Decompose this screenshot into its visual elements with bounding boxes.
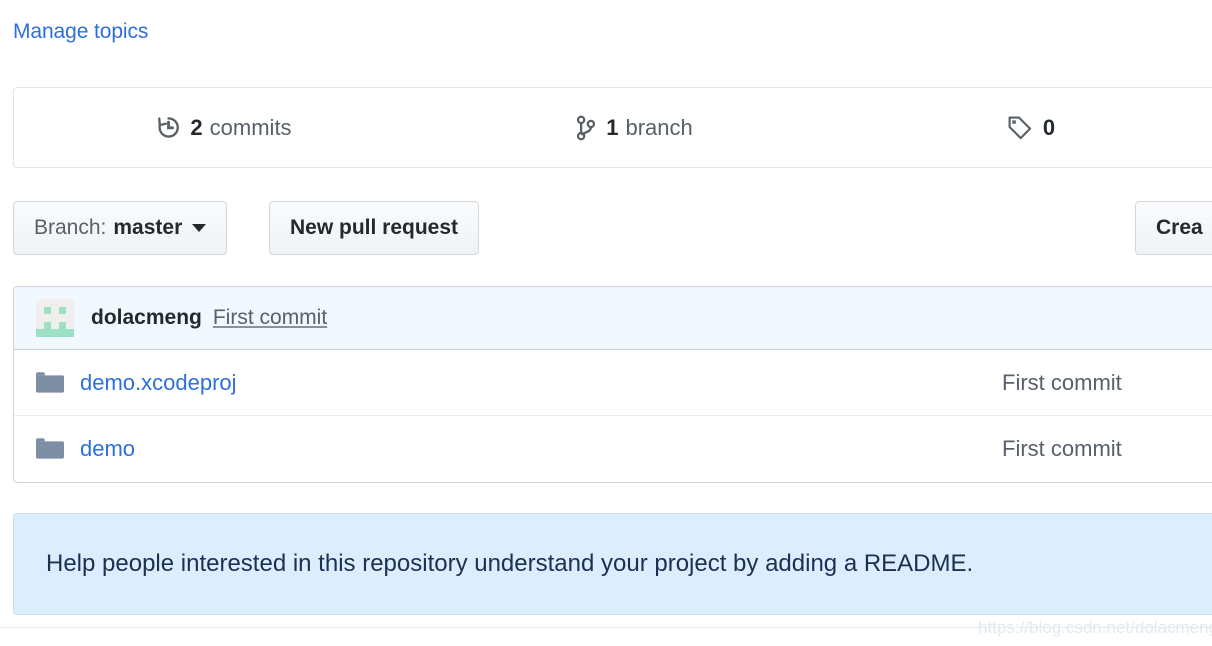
file-commit-message[interactable]: First commit	[1002, 370, 1122, 396]
file-name-link[interactable]: demo.xcodeproj	[80, 370, 237, 396]
commits-label: commits	[209, 114, 292, 140]
new-pull-request-button[interactable]: New pull request	[269, 201, 480, 255]
commits-count: 2	[190, 114, 203, 140]
manage-topics-link[interactable]: Manage topics	[13, 20, 148, 44]
history-icon	[156, 115, 181, 140]
git-branch-icon	[575, 115, 597, 141]
table-row[interactable]: demo.xcodeproj First commit	[14, 350, 1212, 416]
branches-label: branch	[625, 114, 693, 140]
create-new-file-button[interactable]: Crea	[1135, 201, 1212, 255]
readme-suggestion-banner: Help people interested in this repositor…	[13, 513, 1212, 615]
file-commit-message[interactable]: First commit	[1002, 436, 1122, 462]
repository-page: Manage topics 2 commits 1 branch 0 Branc…	[0, 0, 1212, 646]
file-name-link[interactable]: demo	[80, 436, 135, 462]
branch-prefix-label: Branch:	[34, 216, 107, 239]
branch-selector-button[interactable]: Branch: master	[13, 201, 228, 255]
watermark-text: https://blog.csdn.net/dolacmeng	[978, 618, 1212, 637]
readme-suggestion-text: Help people interested in this repositor…	[46, 550, 974, 577]
repository-stats-bar: 2 commits 1 branch 0	[13, 87, 1212, 168]
releases-count: 0	[1042, 114, 1056, 140]
commit-author-name[interactable]: dolacmeng	[91, 306, 202, 330]
branch-name-label: master	[113, 216, 183, 239]
folder-icon	[36, 371, 64, 395]
repository-actions-toolbar: Branch: master New pull request Crea	[13, 201, 1212, 255]
branches-count: 1	[606, 114, 619, 140]
folder-icon	[36, 437, 64, 461]
stat-branches[interactable]: 1 branch	[434, 88, 834, 167]
table-row[interactable]: demo First commit	[14, 416, 1212, 482]
chevron-down-icon	[192, 224, 207, 232]
latest-commit-row: dolacmeng First commit	[14, 287, 1212, 350]
stat-commits[interactable]: 2 commits	[14, 88, 434, 167]
commit-message-link[interactable]: First commit	[213, 306, 327, 330]
tag-icon	[1006, 115, 1034, 141]
avatar[interactable]	[36, 299, 74, 337]
stat-releases[interactable]: 0	[834, 88, 1212, 167]
file-table: dolacmeng First commit demo.xcodeproj Fi…	[13, 286, 1212, 483]
